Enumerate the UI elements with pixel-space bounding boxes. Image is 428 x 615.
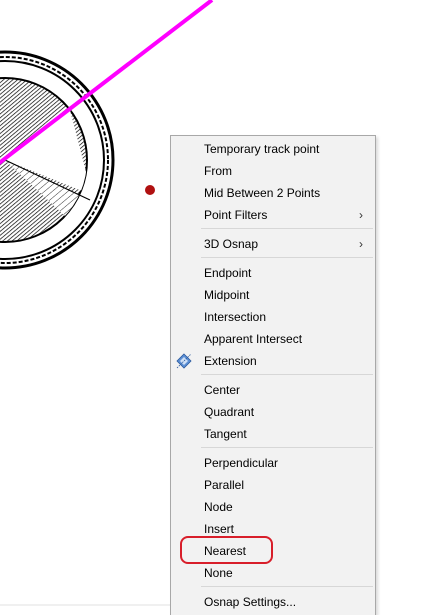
chevron-right-icon: › xyxy=(359,237,363,251)
menu-item-label: Mid Between 2 Points xyxy=(204,186,321,200)
menu-item-label: Midpoint xyxy=(204,288,250,302)
menu-item-osnap-settings[interactable]: Osnap Settings... xyxy=(171,591,375,613)
menu-item-apparent-intersect[interactable]: Apparent Intersect xyxy=(171,328,375,350)
menu-item-label: Point Filters xyxy=(204,208,268,222)
nearest-highlight-outline xyxy=(180,536,273,564)
menu-item-label: Parallel xyxy=(204,478,245,492)
menu-item-quadrant[interactable]: Quadrant xyxy=(171,401,375,423)
menu-item-intersection[interactable]: Intersection xyxy=(171,306,375,328)
menu-item-extension[interactable]: Extension xyxy=(171,350,375,372)
menu-item-label: Endpoint xyxy=(204,266,252,280)
menu-separator xyxy=(201,374,373,375)
menu-item-label: Osnap Settings... xyxy=(204,595,297,609)
menu-item-point-filters[interactable]: Point Filters › xyxy=(171,204,375,226)
menu-separator xyxy=(201,447,373,448)
cad-canvas[interactable]: Temporary track point From Mid Between 2… xyxy=(0,0,428,615)
menu-separator xyxy=(201,257,373,258)
menu-item-label: Node xyxy=(204,500,233,514)
extension-icon xyxy=(176,353,192,369)
menu-item-label: Perpendicular xyxy=(204,456,279,470)
menu-item-label: Apparent Intersect xyxy=(204,332,303,346)
menu-item-label: Intersection xyxy=(204,310,267,324)
menu-item-label: Quadrant xyxy=(204,405,255,419)
menu-item-label: Extension xyxy=(204,354,257,368)
point-marker xyxy=(145,185,155,195)
menu-item-label: Temporary track point xyxy=(204,142,320,156)
menu-item-label: Center xyxy=(204,383,241,397)
menu-item-label: 3D Osnap xyxy=(204,237,259,251)
menu-item-center[interactable]: Center xyxy=(171,379,375,401)
menu-separator xyxy=(201,586,373,587)
menu-item-tangent[interactable]: Tangent xyxy=(171,423,375,445)
menu-item-label: None xyxy=(204,566,233,580)
menu-item-node[interactable]: Node xyxy=(171,496,375,518)
menu-item-temporary-track-point[interactable]: Temporary track point xyxy=(171,138,375,160)
menu-separator xyxy=(201,228,373,229)
menu-item-label: Tangent xyxy=(204,427,247,441)
menu-item-perpendicular[interactable]: Perpendicular xyxy=(171,452,375,474)
chevron-right-icon: › xyxy=(359,208,363,222)
menu-item-parallel[interactable]: Parallel xyxy=(171,474,375,496)
menu-item-mid-between-2-points[interactable]: Mid Between 2 Points xyxy=(171,182,375,204)
menu-item-endpoint[interactable]: Endpoint xyxy=(171,262,375,284)
menu-item-3d-osnap[interactable]: 3D Osnap › xyxy=(171,233,375,255)
menu-item-from[interactable]: From xyxy=(171,160,375,182)
menu-item-none[interactable]: None xyxy=(171,562,375,584)
menu-item-label: From xyxy=(204,164,232,178)
menu-item-midpoint[interactable]: Midpoint xyxy=(171,284,375,306)
